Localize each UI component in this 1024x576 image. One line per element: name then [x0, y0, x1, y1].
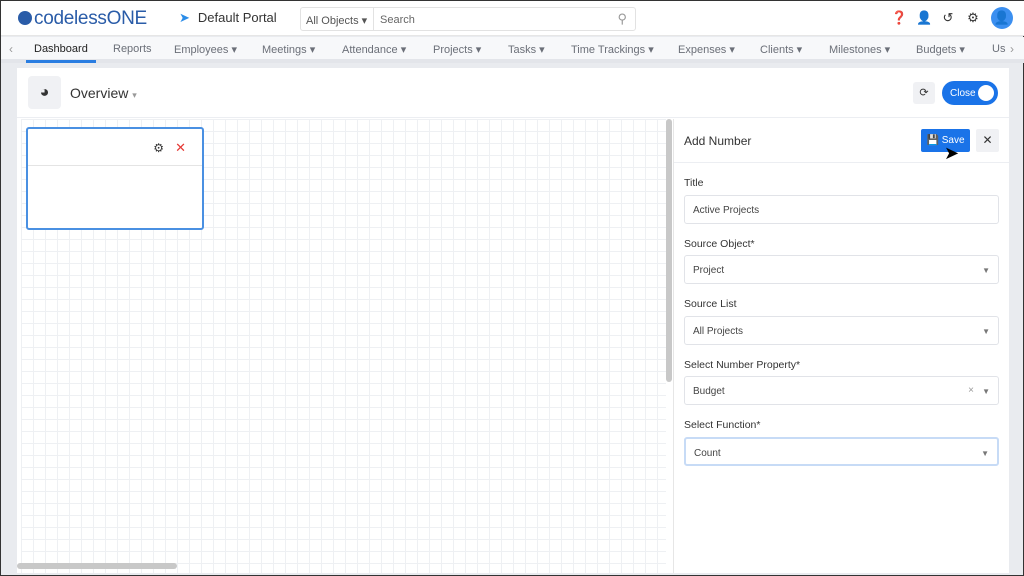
chevron-down-icon: ▼	[982, 387, 990, 396]
number-property-label: Select Number Property*	[684, 359, 801, 371]
number-widget[interactable]: ⚙ ✕	[26, 127, 204, 230]
title-input[interactable]: Active Projects	[684, 195, 999, 224]
paper-plane-icon: ➤	[179, 10, 190, 25]
dashboard-header: ◕ Overview ▾ ⟳ Close	[17, 68, 1009, 118]
chevron-right-icon[interactable]: ›	[1010, 42, 1014, 56]
tab-expenses[interactable]: Expenses ▾	[678, 43, 735, 56]
tab-reports[interactable]: Reports	[113, 43, 152, 55]
chevron-down-icon: ▼	[982, 266, 990, 275]
avatar[interactable]: 👤	[991, 7, 1013, 29]
gear-icon[interactable]: ⚙	[966, 10, 980, 26]
horizontal-scrollbar[interactable]	[17, 563, 177, 569]
tab-employees[interactable]: Employees ▾	[174, 43, 237, 56]
function-label: Select Function*	[684, 419, 761, 431]
title-label: Title	[684, 177, 704, 189]
tab-time-trackings[interactable]: Time Trackings ▾	[571, 43, 654, 56]
edit-mode-toggle[interactable]: Close	[942, 81, 998, 105]
source-list-select[interactable]: All Projects ▼	[684, 316, 999, 345]
function-select[interactable]: Count ▼	[684, 437, 999, 466]
tab-dashboard[interactable]: Dashboard	[26, 43, 96, 63]
tab-milestones[interactable]: Milestones ▾	[829, 43, 890, 56]
chevron-down-icon: ▼	[982, 327, 990, 336]
clear-icon[interactable]: ×	[968, 385, 974, 396]
dashboard-title-dropdown[interactable]: Overview ▾	[70, 85, 137, 101]
vertical-scrollbar[interactable]	[666, 119, 672, 382]
chevron-left-icon[interactable]: ‹	[9, 42, 13, 56]
source-object-label: Source Object*	[684, 238, 755, 250]
top-header: codelessONE ➤ Default Portal All Objects …	[1, 1, 1024, 36]
add-number-panel: Add Number 💾 Save ✕ Title Active Project…	[673, 119, 1009, 573]
tab-projects[interactable]: Projects ▾	[433, 43, 481, 56]
panel-title: Add Number	[684, 134, 752, 148]
tab-meetings[interactable]: Meetings ▾	[262, 43, 315, 56]
module-tabs: ‹ Dashboard Reports Employees ▾ Meetings…	[1, 37, 1024, 63]
tab-clients[interactable]: Clients ▾	[760, 43, 802, 56]
help-icon[interactable]: ❓	[891, 10, 907, 26]
pie-chart-icon: ◕	[28, 76, 61, 109]
gear-icon[interactable]: ⚙	[153, 141, 164, 155]
global-search: All Objects ▾ Search ⚲	[300, 7, 636, 31]
save-icon: 💾	[926, 135, 939, 146]
portal-switcher[interactable]: ➤ Default Portal	[179, 10, 285, 26]
source-list-label: Source List	[684, 298, 737, 310]
tab-users[interactable]: Us	[992, 43, 1006, 55]
refresh-button[interactable]: ⟳	[913, 82, 935, 104]
mouse-cursor-icon: ➤	[944, 143, 960, 163]
close-icon[interactable]: ✕	[175, 140, 186, 156]
chevron-down-icon: ▼	[981, 449, 989, 458]
dashboard-card: ◕ Overview ▾ ⟳ Close ⚙ ✕ Add Number 💾 Sav…	[17, 68, 1009, 573]
number-property-select[interactable]: Budget × ▼	[684, 376, 999, 405]
tab-budgets[interactable]: Budgets ▾	[916, 43, 965, 56]
search-icon: ⚲	[617, 11, 627, 26]
history-icon[interactable]: ↺	[941, 10, 955, 26]
logo[interactable]: codelessONE	[18, 8, 147, 30]
close-panel-button[interactable]: ✕	[976, 129, 999, 152]
source-object-select[interactable]: Project ▼	[684, 255, 999, 284]
search-scope-select[interactable]: All Objects ▾	[301, 8, 374, 30]
tab-tasks[interactable]: Tasks ▾	[508, 43, 545, 56]
tab-attendance[interactable]: Attendance ▾	[342, 43, 406, 56]
search-input[interactable]: Search ⚲	[374, 8, 635, 30]
add-user-icon[interactable]: 👤	[916, 10, 932, 26]
